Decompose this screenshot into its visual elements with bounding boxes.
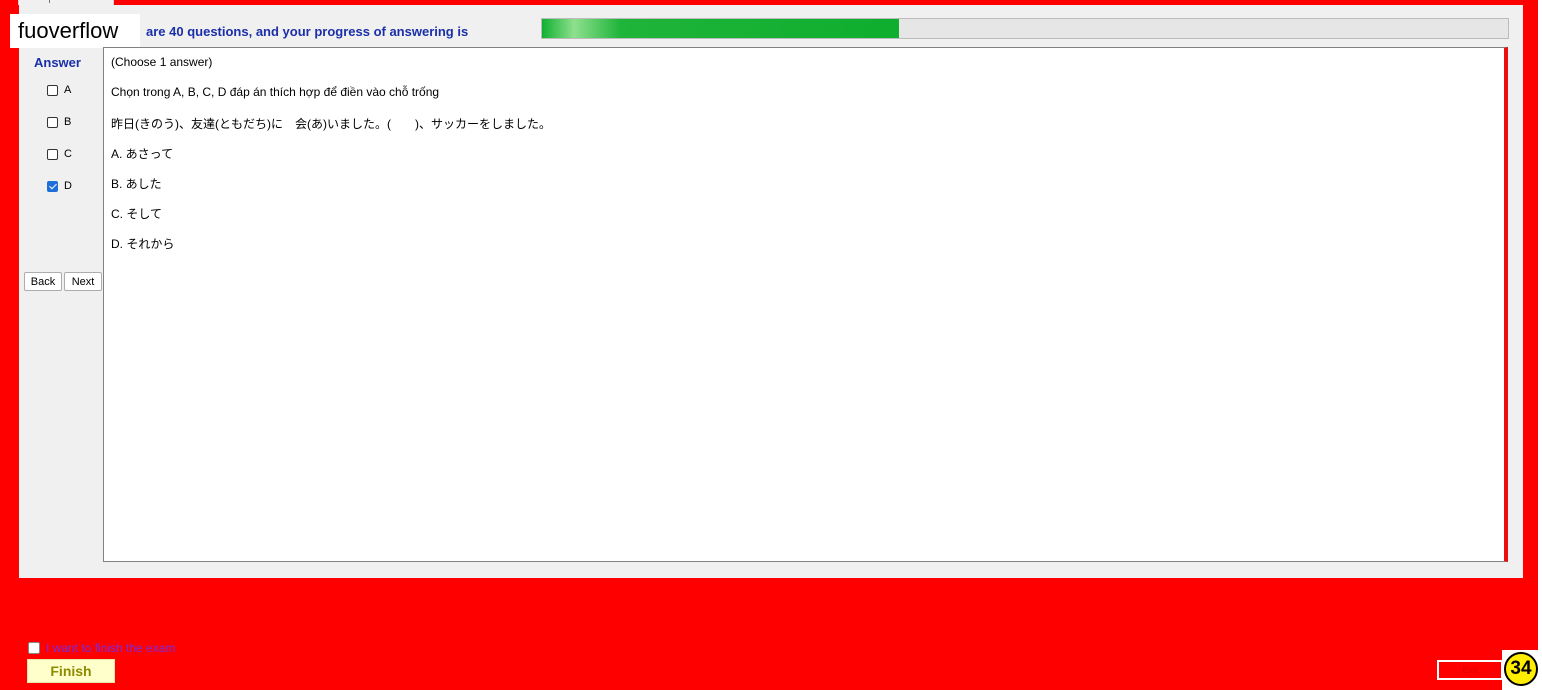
finish-exam-label: I want to finish the exam: [46, 641, 176, 655]
finish-exam-checkbox[interactable]: [28, 642, 40, 654]
answer-option-a[interactable]: A: [47, 83, 71, 97]
checkbox-a[interactable]: [47, 84, 58, 96]
option-label-c: C: [64, 148, 72, 160]
choice-c-text: C. そして: [111, 207, 162, 221]
answer-title: Answer: [34, 55, 81, 70]
progress-fill: [542, 19, 900, 38]
option-label-a: A: [64, 84, 72, 96]
option-label-d: D: [64, 180, 72, 192]
answer-option-d[interactable]: D: [47, 179, 72, 193]
exit-button[interactable]: Exit: [1437, 660, 1503, 680]
progress-header-text: are 40 questions, and your progress of a…: [146, 24, 469, 39]
option-label-b: B: [64, 116, 72, 128]
choice-d-text: D. それから: [111, 237, 175, 251]
finish-exam-checkbox-row[interactable]: I want to finish the exam: [28, 641, 175, 655]
next-button[interactable]: Next: [64, 272, 102, 291]
answer-option-c[interactable]: C: [47, 147, 72, 161]
checkbox-d[interactable]: [47, 180, 58, 192]
question-prompt: Chọn trong A, B, C, D đáp án thích hợp đ…: [111, 85, 440, 99]
answer-option-b[interactable]: B: [47, 115, 71, 129]
finish-button[interactable]: Finish: [27, 659, 115, 683]
question-instruction: (Choose 1 answer): [111, 55, 213, 69]
progress-bar: [541, 18, 1509, 39]
checkbox-b[interactable]: [47, 116, 58, 128]
back-button[interactable]: Back: [24, 272, 62, 291]
question-number-badge: 34: [1504, 652, 1538, 686]
window-edge: [1538, 0, 1542, 650]
choice-b-text: B. あした: [111, 177, 162, 191]
question-panel: (Choose 1 answer) Chọn trong A, B, C, D …: [103, 47, 1508, 562]
choice-a-text: A. あさって: [111, 147, 174, 161]
question-sentence: 昨日(きのう)、友達(ともだち)に 会(あ)いました。( )、サッカーをしました…: [111, 117, 551, 131]
watermark-logo: fuoverflow: [10, 14, 140, 48]
checkbox-c[interactable]: [47, 148, 58, 160]
